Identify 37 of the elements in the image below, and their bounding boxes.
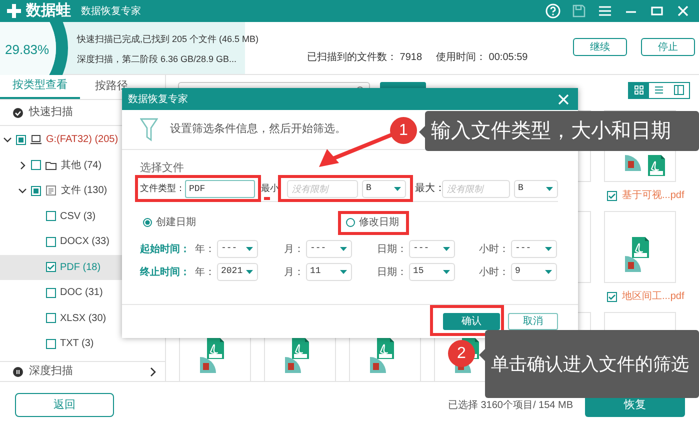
- selection-summary: 已选择 3160个项目/ 154 MB: [448, 398, 573, 412]
- status-text: 深度扫描，第二阶段 6.36 GB/28.9 GB...: [77, 52, 238, 66]
- field-label: 最大：: [415, 182, 442, 196]
- status-text: 快速扫描已完成,已找到 205 个文件 (46.5 MB): [77, 33, 259, 46]
- field-label: 年：: [195, 266, 215, 280]
- field-label: 文件类型：: [140, 182, 185, 195]
- tree-label: XLSX (30): [60, 312, 106, 326]
- field-label: 月：: [284, 266, 304, 280]
- progress-percent: 29.83%: [5, 41, 50, 59]
- section-title: 选择文件: [140, 160, 185, 176]
- tree-label: 其他 (74): [61, 158, 102, 173]
- field-label: 年：: [195, 242, 215, 256]
- tree-label: DOC (31): [60, 286, 103, 300]
- tree-label: 文件 (130): [61, 184, 108, 198]
- field-label: 小时：: [479, 266, 509, 280]
- tree-label: TXT (3): [60, 337, 94, 352]
- step-number-badge: 2: [448, 340, 475, 367]
- scan-stat: 已扫描到的文件数： 7918: [307, 50, 422, 65]
- file-name: 地区间工...pdf: [622, 290, 684, 304]
- tree-label: DOCX (33): [60, 235, 110, 250]
- field-label: 日期：: [377, 242, 407, 256]
- field-label: 小时：: [479, 242, 509, 256]
- field-label: 日期：: [377, 266, 407, 280]
- scan-stat: 使用时间： 00:05:59: [436, 50, 528, 65]
- tree-label: PDF (18): [60, 260, 101, 275]
- tree-label: G:(FAT32) (205): [46, 133, 118, 148]
- field-label: 月：: [284, 242, 304, 256]
- tooltip-text: 输入文件类型，大小和日期: [431, 119, 671, 144]
- dialog-intro: 设置筛选条件信息，然后开始筛选。: [170, 122, 346, 138]
- tooltip-text: 单击确认进入文件的筛选: [491, 353, 689, 376]
- app-subtitle: 数据恢复专家: [81, 4, 141, 18]
- file-name: 基于可视...pdf: [622, 188, 684, 203]
- tree-label: CSV (3): [60, 210, 96, 224]
- scan-section-title: 深度扫描: [29, 364, 74, 380]
- dialog-title: 数据恢复专家: [128, 92, 189, 106]
- time-label: 起始时间：: [140, 242, 191, 256]
- app-name: 数据蛙: [26, 0, 71, 21]
